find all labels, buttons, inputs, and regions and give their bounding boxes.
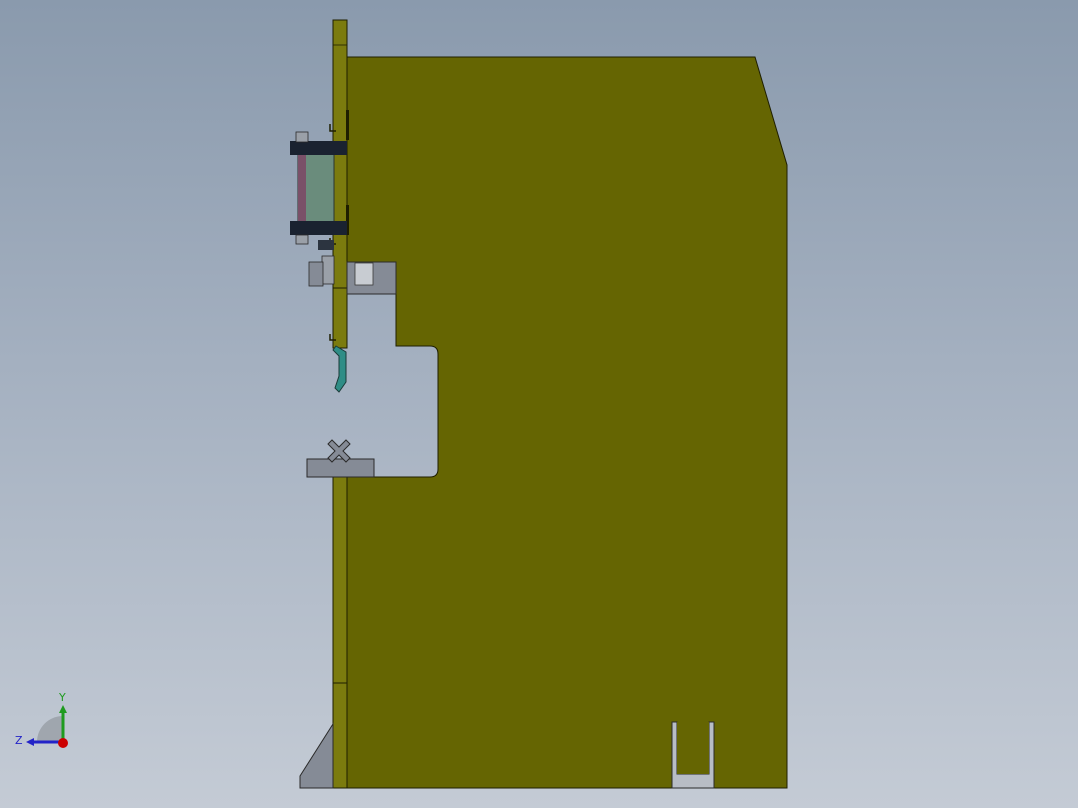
press-frame-body[interactable] bbox=[346, 56, 788, 789]
bolt-head-bottom bbox=[295, 234, 309, 245]
punch-tool[interactable] bbox=[332, 345, 347, 393]
cylinder-top-clamp[interactable] bbox=[290, 141, 347, 155]
front-plate-lower[interactable] bbox=[332, 476, 348, 789]
cylinder-rod-base bbox=[318, 240, 334, 250]
x-axis-dot bbox=[58, 738, 68, 748]
ram-strip[interactable] bbox=[332, 287, 348, 349]
bolt-head-top bbox=[295, 131, 309, 143]
triad-arc bbox=[37, 716, 63, 742]
triad-y-label: Y bbox=[58, 691, 66, 704]
y-axis-arrow bbox=[59, 705, 67, 713]
model-view[interactable]: Y Z bbox=[0, 0, 1078, 808]
cylinder-side-band bbox=[298, 152, 306, 224]
z-axis-arrow bbox=[26, 738, 34, 746]
cylinder-bottom-clamp[interactable] bbox=[290, 221, 347, 235]
guide-nut bbox=[308, 261, 324, 287]
guide-pin bbox=[354, 262, 374, 286]
cad-viewport[interactable]: Y Z bbox=[0, 0, 1078, 808]
plate-slot-upper bbox=[346, 110, 349, 140]
forklift-channel-inner bbox=[677, 722, 709, 774]
guide-bolt-shank bbox=[321, 255, 335, 285]
die-bed[interactable] bbox=[306, 458, 375, 478]
axis-triad: Y Z bbox=[15, 691, 68, 748]
base-gusset[interactable] bbox=[299, 722, 334, 789]
triad-z-label: Z bbox=[15, 734, 23, 747]
